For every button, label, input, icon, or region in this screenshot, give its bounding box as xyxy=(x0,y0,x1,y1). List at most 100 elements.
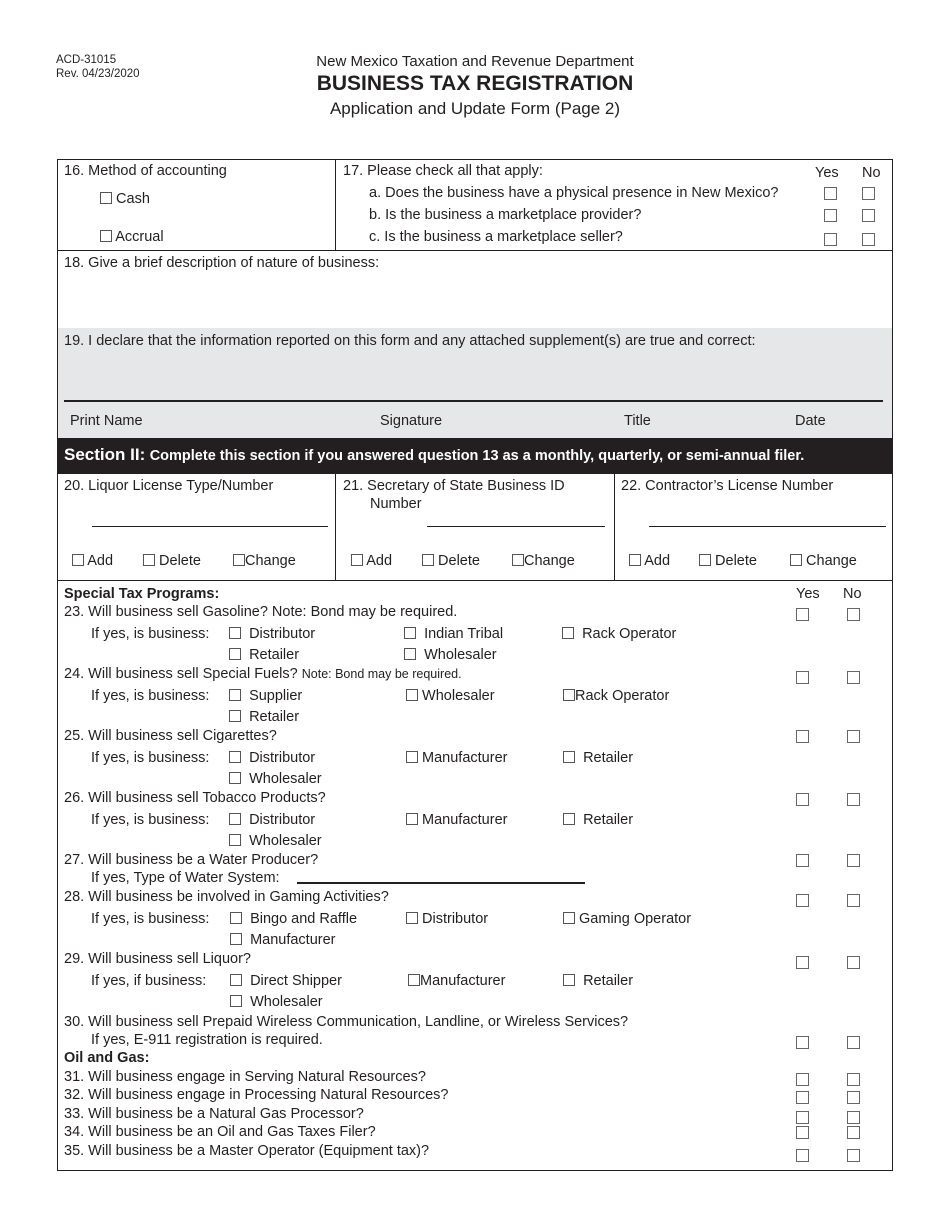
q34-yes-checkbox[interactable] xyxy=(796,1126,809,1139)
checkbox[interactable] xyxy=(72,554,84,566)
q24-option-rack-operator[interactable]: Rack Operator xyxy=(563,688,669,705)
q23-option-wholesaler[interactable]: Wholesaler xyxy=(404,647,497,664)
q26-yes-checkbox[interactable] xyxy=(796,793,809,806)
checkbox[interactable] xyxy=(229,772,241,784)
business-description-field[interactable] xyxy=(60,275,890,325)
q26-option-distributor[interactable]: Distributor xyxy=(229,812,315,829)
checkbox[interactable] xyxy=(229,751,241,763)
q29-option-direct-shipper[interactable]: Direct Shipper xyxy=(230,973,342,990)
q27-yes-checkbox[interactable] xyxy=(796,854,809,867)
checkbox[interactable] xyxy=(230,912,242,924)
checkbox[interactable] xyxy=(406,813,418,825)
q17c-no-checkbox[interactable] xyxy=(862,233,875,246)
q32-yes-checkbox[interactable] xyxy=(796,1091,809,1104)
q21-add[interactable]: Add xyxy=(351,553,392,570)
checkbox[interactable] xyxy=(563,974,575,986)
q28-option-bingo-raffle[interactable]: Bingo and Raffle xyxy=(230,911,357,928)
checkbox[interactable] xyxy=(563,813,575,825)
q25-no-checkbox[interactable] xyxy=(847,730,860,743)
q35-yes-checkbox[interactable] xyxy=(796,1149,809,1162)
q24-option-retailer[interactable]: Retailer xyxy=(229,709,299,726)
q20-input-line[interactable] xyxy=(92,526,328,527)
checkbox[interactable] xyxy=(699,554,711,566)
q29-no-checkbox[interactable] xyxy=(847,956,860,969)
checkbox[interactable] xyxy=(408,974,420,986)
q26-option-manufacturer[interactable]: Manufacturer xyxy=(406,812,507,829)
q25-option-distributor[interactable]: Distributor xyxy=(229,750,315,767)
q25-option-wholesaler[interactable]: Wholesaler xyxy=(229,771,322,788)
q17b-no-checkbox[interactable] xyxy=(862,209,875,222)
checkbox[interactable] xyxy=(230,974,242,986)
q22-input-line[interactable] xyxy=(649,526,886,527)
q28-no-checkbox[interactable] xyxy=(847,894,860,907)
checkbox[interactable] xyxy=(351,554,363,566)
q25-option-manufacturer[interactable]: Manufacturer xyxy=(406,750,507,767)
checkbox[interactable] xyxy=(229,834,241,846)
q30-yes-checkbox[interactable] xyxy=(796,1036,809,1049)
q17b-yes-checkbox[interactable] xyxy=(824,209,837,222)
q28-option-distributor[interactable]: Distributor xyxy=(406,911,488,928)
checkbox[interactable] xyxy=(563,751,575,763)
checkbox[interactable] xyxy=(404,648,416,660)
checkbox[interactable] xyxy=(229,710,241,722)
checkbox[interactable] xyxy=(229,813,241,825)
q23-option-distributor[interactable]: Distributor xyxy=(229,626,315,643)
q35-no-checkbox[interactable] xyxy=(847,1149,860,1162)
q28-yes-checkbox[interactable] xyxy=(796,894,809,907)
checkbox[interactable] xyxy=(230,995,242,1007)
q21-input-line[interactable] xyxy=(427,526,605,527)
q22-add[interactable]: Add xyxy=(629,553,670,570)
q23-option-retailer[interactable]: Retailer xyxy=(229,647,299,664)
checkbox[interactable] xyxy=(404,627,416,639)
checkbox[interactable] xyxy=(406,751,418,763)
q23-no-checkbox[interactable] xyxy=(847,608,860,621)
checkbox[interactable] xyxy=(422,554,434,566)
q20-change[interactable]: Change xyxy=(233,553,296,570)
q16-option-cash[interactable]: Cash xyxy=(100,191,150,208)
q22-delete[interactable]: Delete xyxy=(699,553,757,570)
q28-option-gaming-operator[interactable]: Gaming Operator xyxy=(563,911,691,928)
q17c-yes-checkbox[interactable] xyxy=(824,233,837,246)
checkbox[interactable] xyxy=(229,627,241,639)
checkbox[interactable] xyxy=(563,689,575,701)
q22-change[interactable]: Change xyxy=(790,553,857,570)
q25-option-retailer[interactable]: Retailer xyxy=(563,750,633,767)
q29-option-wholesaler[interactable]: Wholesaler xyxy=(230,994,323,1011)
q24-no-checkbox[interactable] xyxy=(847,671,860,684)
q25-yes-checkbox[interactable] xyxy=(796,730,809,743)
q29-yes-checkbox[interactable] xyxy=(796,956,809,969)
q23-yes-checkbox[interactable] xyxy=(796,608,809,621)
checkbox[interactable] xyxy=(143,554,155,566)
checkbox[interactable] xyxy=(229,689,241,701)
q29-option-retailer[interactable]: Retailer xyxy=(563,973,633,990)
q34-no-checkbox[interactable] xyxy=(847,1126,860,1139)
q21-change[interactable]: Change xyxy=(512,553,575,570)
q20-add[interactable]: Add xyxy=(72,553,113,570)
q26-option-retailer[interactable]: Retailer xyxy=(563,812,633,829)
q16-option-accrual[interactable]: Accrual xyxy=(100,229,164,246)
q23-option-rack-operator[interactable]: Rack Operator xyxy=(562,626,676,643)
q24-option-wholesaler[interactable]: Wholesaler xyxy=(406,688,495,705)
signature-field[interactable] xyxy=(64,355,883,399)
q17a-yes-checkbox[interactable] xyxy=(824,187,837,200)
checkbox[interactable] xyxy=(563,912,575,924)
checkbox[interactable] xyxy=(406,912,418,924)
checkbox[interactable] xyxy=(790,554,802,566)
q20-delete[interactable]: Delete xyxy=(143,553,201,570)
q30-no-checkbox[interactable] xyxy=(847,1036,860,1049)
water-system-input-line[interactable] xyxy=(297,882,585,884)
checkbox[interactable] xyxy=(230,933,242,945)
q32-no-checkbox[interactable] xyxy=(847,1091,860,1104)
checkbox[interactable] xyxy=(229,648,241,660)
q21-delete[interactable]: Delete xyxy=(422,553,480,570)
q27-no-checkbox[interactable] xyxy=(847,854,860,867)
q26-no-checkbox[interactable] xyxy=(847,793,860,806)
checkbox[interactable] xyxy=(512,554,524,566)
q26-option-wholesaler[interactable]: Wholesaler xyxy=(229,833,322,850)
checkbox[interactable] xyxy=(562,627,574,639)
q28-option-manufacturer[interactable]: Manufacturer xyxy=(230,932,336,949)
checkbox[interactable] xyxy=(100,192,112,204)
q23-option-indian-tribal[interactable]: Indian Tribal xyxy=(404,626,503,643)
q24-yes-checkbox[interactable] xyxy=(796,671,809,684)
checkbox[interactable] xyxy=(406,689,418,701)
